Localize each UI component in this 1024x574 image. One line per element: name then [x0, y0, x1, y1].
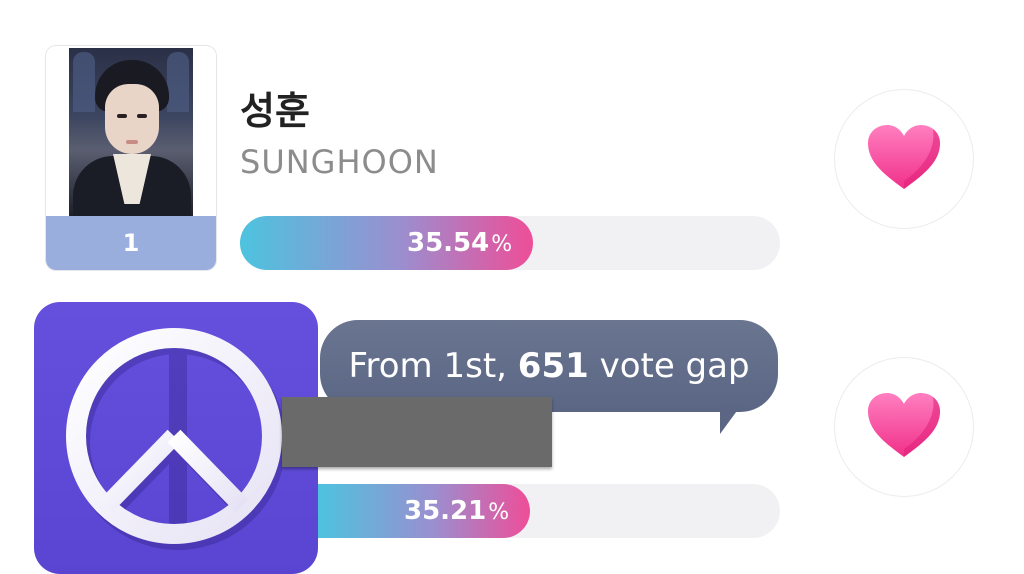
heart-icon	[866, 123, 942, 195]
heart-icon	[866, 391, 942, 463]
vote-heart-button[interactable]	[835, 358, 973, 496]
rank-badge: 1	[46, 216, 216, 270]
vote-percent-value: 35.21	[404, 496, 487, 526]
candidate-photo-card[interactable]: 1	[46, 46, 216, 270]
tooltip-suffix: vote gap	[588, 346, 750, 386]
candidate-name-english: SUNGHOON	[240, 143, 439, 181]
vote-percent-label: 35.54%	[407, 216, 512, 270]
vote-progress-track: 35.54%	[240, 216, 780, 270]
vote-percent-value: 35.54	[407, 228, 490, 258]
vote-percent-label: 35.21%	[404, 484, 509, 538]
tooltip-tail	[720, 404, 742, 434]
candidate-photo-card[interactable]	[34, 302, 318, 574]
vote-percent-sign: %	[488, 500, 510, 525]
vote-percent-sign: %	[491, 232, 513, 257]
candidate-photo	[69, 48, 193, 218]
tooltip-gap-number: 651	[517, 346, 589, 386]
vote-progress-track: 35.21%	[318, 484, 780, 538]
tooltip-prefix: From 1st,	[348, 346, 518, 386]
candidate-name-korean: 성훈	[240, 89, 310, 133]
redaction-block	[282, 397, 552, 467]
rank-number: 1	[122, 229, 140, 257]
vote-heart-button[interactable]	[835, 90, 973, 228]
